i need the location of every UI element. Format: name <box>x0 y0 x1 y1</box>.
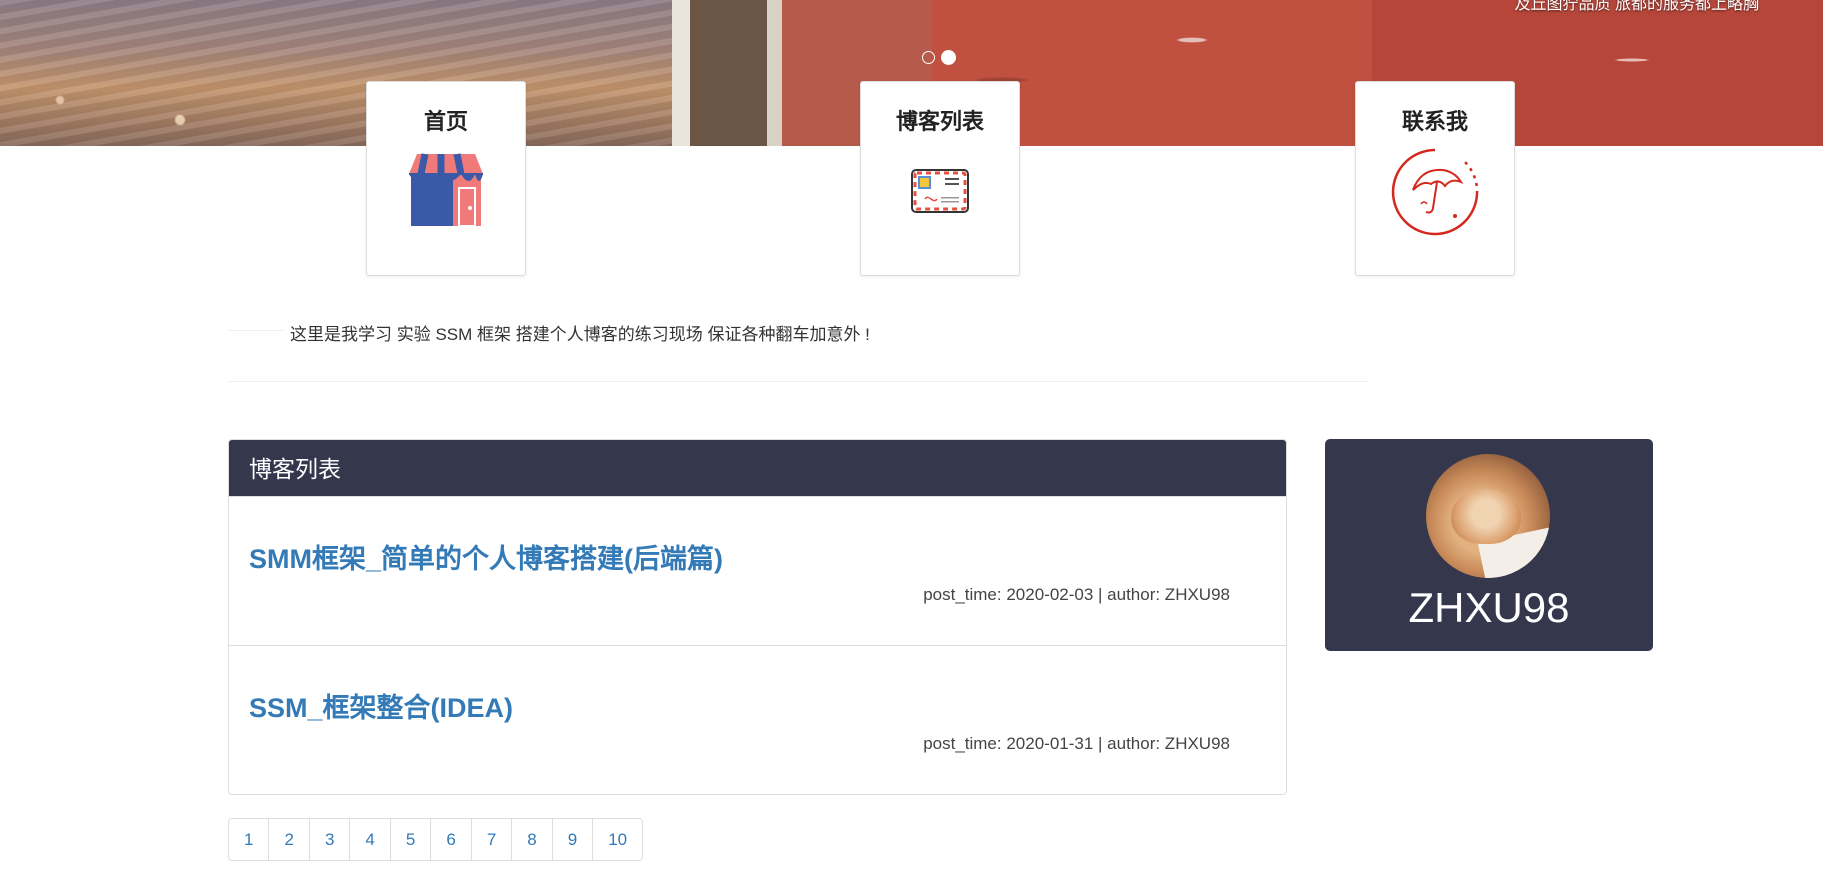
page-link-1[interactable]: 1 <box>228 818 270 861</box>
nav-card-home-label: 首页 <box>423 109 468 134</box>
blog-list-panel: 博客列表 SMM框架_简单的个人博客搭建(后端篇) post_time: 202… <box>228 439 1287 795</box>
page-link-6[interactable]: 6 <box>430 818 472 861</box>
hero-water-image <box>0 0 672 146</box>
blog-post-title-link[interactable]: SSM_框架整合(IDEA) <box>249 686 513 725</box>
page-link-7[interactable]: 7 <box>470 818 513 861</box>
page-link-10[interactable]: 10 <box>592 818 644 861</box>
page-link-5[interactable]: 5 <box>389 818 432 861</box>
page-link-2[interactable]: 2 <box>268 818 310 861</box>
carousel-dot-2[interactable] <box>941 50 956 65</box>
page-link-8[interactable]: 8 <box>511 818 553 861</box>
page: 及丘图狞品质 旅都的服务都上略胸 首页 博客列表 联系我 这里是我学习 实验 S… <box>0 0 1823 887</box>
pagination: 1 2 3 4 5 6 7 8 9 10 <box>228 818 644 861</box>
blog-post-item: SSM_框架整合(IDEA) post_time: 2020-01-31 | a… <box>229 645 1286 794</box>
airmail-envelope-icon <box>861 169 1019 213</box>
nav-card-blog-list-label: 博客列表 <box>895 109 984 134</box>
page-link-9[interactable]: 9 <box>551 818 594 861</box>
avatar <box>1426 454 1550 578</box>
nav-card-blog-list[interactable]: 博客列表 <box>860 81 1020 276</box>
carousel-dot-1[interactable] <box>922 51 935 64</box>
nav-card-contact-label: 联系我 <box>1401 109 1468 134</box>
intro-text: 这里是我学习 实验 SSM 框架 搭建个人博客的练习现场 保证各种翻车加意外 ! <box>290 325 870 344</box>
hero-caption: 及丘图狞品质 旅都的服务都上略胸 <box>1514 0 1759 13</box>
nav-card-home[interactable]: 首页 <box>366 81 526 276</box>
profile-card: ZHXU98 <box>1325 439 1653 651</box>
blog-post-meta: post_time: 2020-02-03 | author: ZHXU98 <box>923 585 1230 604</box>
intro-rule <box>228 330 284 331</box>
page-link-4[interactable]: 4 <box>349 818 391 861</box>
page-link-3[interactable]: 3 <box>308 818 351 861</box>
section-divider <box>228 381 1368 382</box>
blog-post-item: SMM框架_简单的个人博客搭建(后端篇) post_time: 2020-02-… <box>229 496 1286 645</box>
profile-name: ZHXU98 <box>1408 584 1570 631</box>
blog-post-meta: post_time: 2020-01-31 | author: ZHXU98 <box>923 734 1230 753</box>
nav-card-contact[interactable]: 联系我 <box>1355 81 1515 276</box>
hero-wall-image <box>672 0 1823 146</box>
blog-list-heading: 博客列表 <box>229 440 1286 496</box>
blog-post-title-link[interactable]: SMM框架_简单的个人博客搭建(后端篇) <box>249 537 723 576</box>
avatar-cat <box>1451 489 1521 544</box>
carousel-indicators <box>922 50 956 65</box>
umbrella-circle-icon <box>1356 148 1514 236</box>
storefront-icon <box>367 152 525 232</box>
